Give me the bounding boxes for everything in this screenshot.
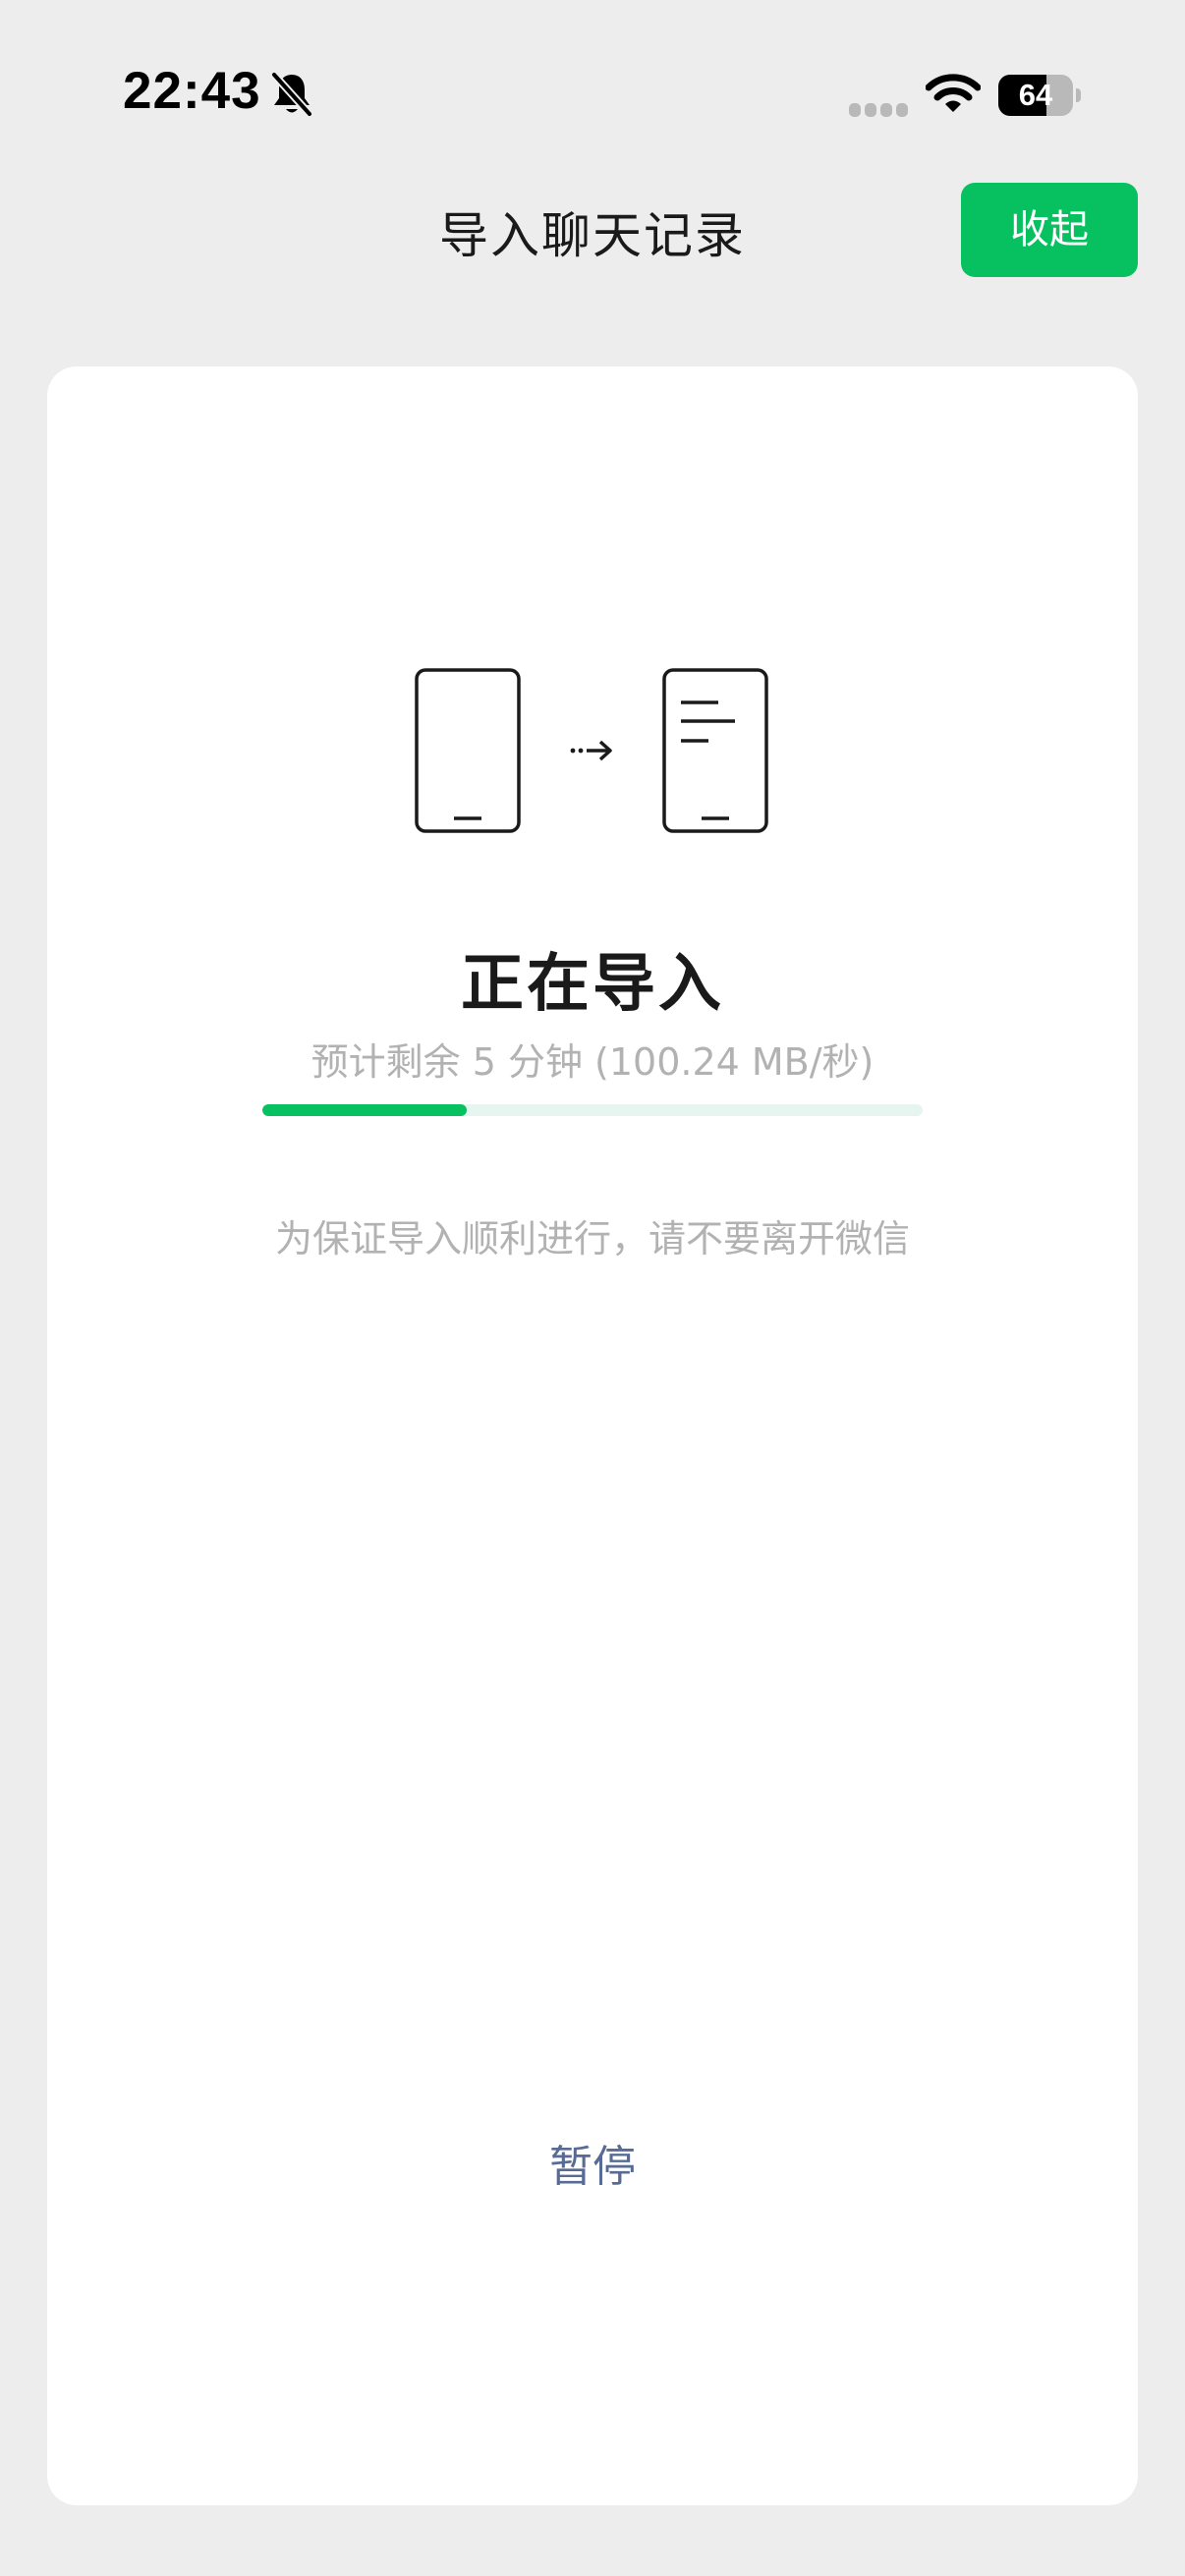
- import-progress-fill: [262, 1104, 468, 1116]
- bell-slash-icon: [270, 71, 313, 118]
- stay-in-app-notice: 为保证导入顺利进行，请不要离开微信: [274, 1217, 910, 1260]
- eta-text: 预计剩余 5 分钟 (100.24 MB/秒): [310, 1040, 875, 1084]
- battery-level: 64: [1018, 78, 1053, 112]
- destination-phone-icon: [662, 668, 768, 833]
- import-progress-bar: [262, 1104, 923, 1116]
- status-bar-time: 22:43: [123, 62, 261, 120]
- battery-icon: 64: [998, 75, 1081, 116]
- pause-button[interactable]: 暂停: [494, 2132, 691, 2203]
- import-status-heading: 正在导入: [461, 948, 724, 1021]
- collapse-button[interactable]: 收起: [961, 183, 1138, 277]
- cellular-signal-icon: [849, 103, 908, 117]
- source-phone-icon: [415, 668, 521, 833]
- transfer-illustration: [415, 668, 768, 833]
- transfer-arrow-icon: [570, 740, 612, 761]
- wifi-icon: [926, 74, 981, 112]
